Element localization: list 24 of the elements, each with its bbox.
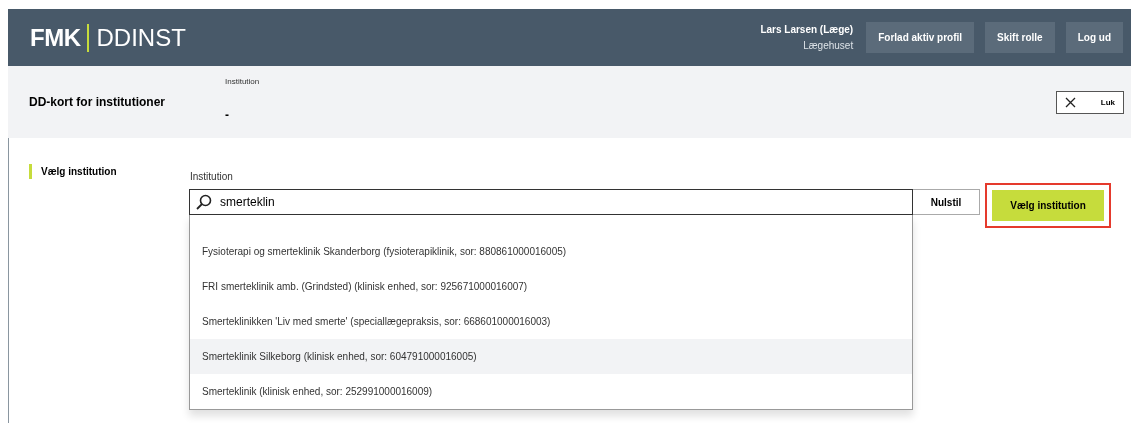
dropdown-option[interactable]: Smerteklinikken 'Liv med smerte' (speciallægepraksis, sor: 668601000016003) <box>190 304 912 339</box>
close-button[interactable]: Luk <box>1056 90 1124 114</box>
header-button[interactable]: Skift rolle <box>985 22 1055 53</box>
close-icon <box>1065 96 1076 108</box>
user-organization: Lægehuset <box>803 40 854 51</box>
page-title: DD-kort for institutioner <box>29 95 166 109</box>
field-label: Institution <box>225 77 261 86</box>
logo-divider <box>87 23 90 52</box>
header-button[interactable]: Log ud <box>1065 22 1123 53</box>
sidebar-item[interactable]: Vælg institution <box>29 164 189 179</box>
submit-button[interactable]: Vælg institution <box>992 190 1104 221</box>
dropdown-option[interactable]: Fysioterapi og smerteklinik Skanderborg (fysioterapiklinik, sor: 880861000016005) <box>190 234 912 269</box>
logo-text: FMK <box>30 23 81 52</box>
reset-button[interactable]: Nulstil <box>913 189 980 215</box>
search-icon <box>196 194 212 210</box>
dropdown-option[interactable]: Smerteklinik (klinisk enhed, sor: 252991000016009) <box>190 374 912 409</box>
user-name: Lars Larsen (Læge) <box>760 24 854 35</box>
header-button[interactable]: Forlad aktiv profil <box>866 22 975 53</box>
dropdown-option[interactable]: Smerteklinik Silkeborg (klinisk enhed, sor: 604791000016005) <box>190 339 912 374</box>
app-name: DDINST <box>96 23 186 52</box>
dropdown-option[interactable]: FRI smerteklinik amb. (Grindsted) (klinisk enhed, sor: 925671000016007) <box>190 269 912 304</box>
field-label: Institution <box>189 171 234 182</box>
search-field[interactable]: smerteklin <box>189 189 913 215</box>
field-value: - <box>225 108 230 122</box>
